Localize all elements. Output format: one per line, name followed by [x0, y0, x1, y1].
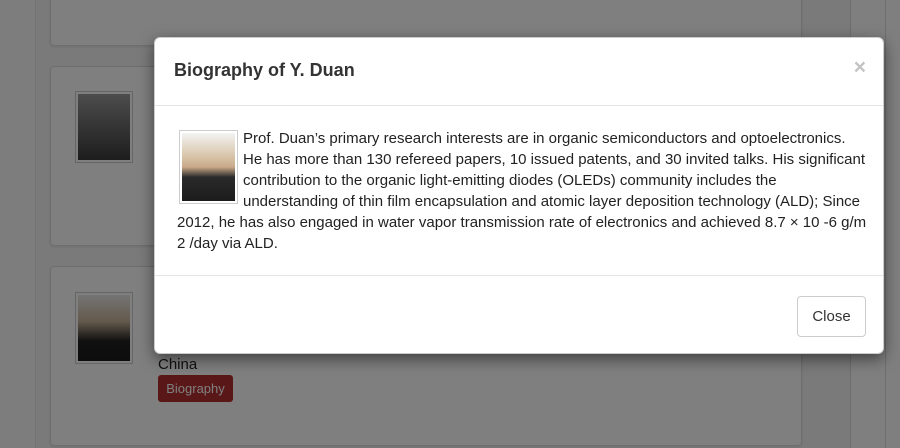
close-icon[interactable]: × — [854, 56, 866, 80]
modal-header: Biography of Y. Duan × — [155, 38, 883, 106]
modal-footer: Close — [155, 276, 883, 355]
modal-body: Prof. Duan’s primary research interests … — [155, 106, 883, 276]
modal-title: Biography of Y. Duan — [174, 60, 355, 80]
biography-text-block: Prof. Duan’s primary research interests … — [177, 128, 867, 254]
close-button[interactable]: Close — [797, 296, 866, 337]
biography-text: Prof. Duan’s primary research interests … — [177, 130, 867, 252]
biography-modal: Biography of Y. Duan × Prof. Duan’s prim… — [154, 37, 884, 354]
